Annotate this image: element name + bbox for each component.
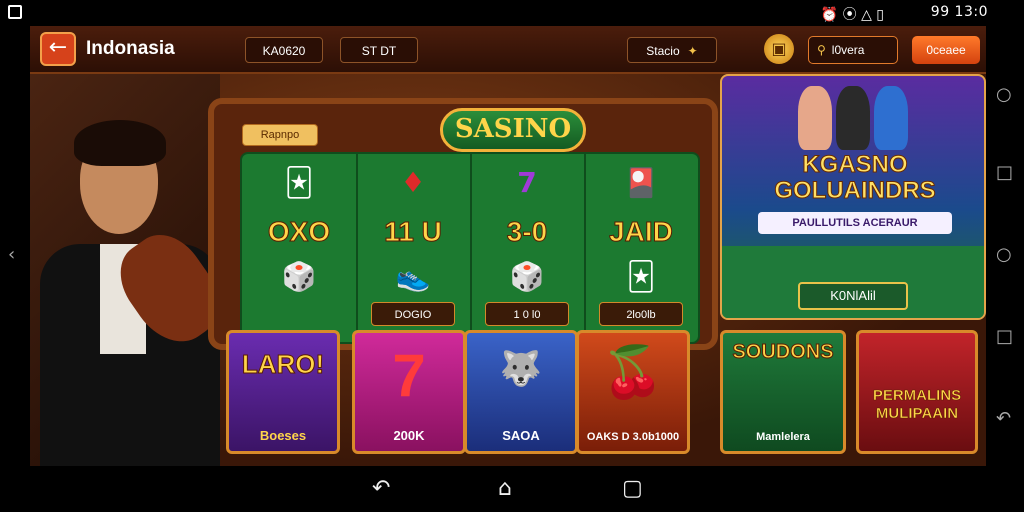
reel-symbol: 👟 bbox=[395, 260, 431, 293]
reel-symbol: 7 bbox=[517, 166, 537, 199]
side-circle-icon[interactable]: ○ bbox=[996, 244, 1012, 265]
search-icon: ⚲ bbox=[817, 43, 826, 57]
card-label: Mamlelera bbox=[756, 431, 810, 443]
search-placeholder: l0vera bbox=[831, 43, 865, 57]
game-card[interactable]: LARO! Boeses bbox=[226, 330, 340, 454]
reel-4: 🎴 JAID 🃏 2lo0lb bbox=[584, 154, 698, 342]
reel-symbol: 🃏 bbox=[284, 166, 314, 199]
stacio-label: Stacio bbox=[646, 44, 680, 58]
llama-character-icon bbox=[798, 86, 832, 150]
card-art: 7 bbox=[392, 342, 426, 409]
back-button[interactable]: ← bbox=[40, 32, 76, 66]
side-square-icon[interactable]: □ bbox=[996, 326, 1013, 347]
hair-shape bbox=[74, 120, 166, 166]
side-circle-icon[interactable]: ○ bbox=[996, 84, 1012, 105]
app-title: Indonasia bbox=[86, 38, 175, 59]
recents-nav-icon[interactable]: ▢ bbox=[622, 476, 643, 501]
promo-title: KGASNO GOLUAINDRS bbox=[774, 151, 936, 204]
reel-symbol: 3-0 bbox=[506, 216, 548, 248]
reel-symbol: 🃏 bbox=[626, 260, 656, 293]
promo-banner[interactable]: KGASNO GOLUAINDRS PAULLUTILS ACERAUR K0N… bbox=[720, 74, 986, 320]
coin-icon[interactable]: ▣ bbox=[764, 34, 794, 64]
search-input[interactable]: ⚲ l0vera bbox=[808, 36, 898, 64]
reel-symbol: 🎲 bbox=[509, 260, 545, 293]
balance-pill[interactable]: KA0620 bbox=[245, 37, 323, 63]
game-card[interactable]: SOUDONS Mamlelera bbox=[720, 330, 846, 454]
app-window: ← Indonasia KA0620 ST DT Stacio ✦ ▣ ⚲ l0ve… bbox=[30, 26, 986, 466]
card-label: Boeses bbox=[259, 428, 307, 443]
promo-subtitle: PAULLUTILS ACERAUR bbox=[758, 212, 952, 234]
side-square-icon[interactable]: □ bbox=[996, 162, 1013, 183]
person-character-icon bbox=[836, 86, 870, 150]
promo-button[interactable]: K0NlAlil bbox=[798, 282, 908, 310]
slot-title: SASINO bbox=[440, 108, 586, 152]
reels: 🃏 OXO 🎲 ♦ 11 U 👟 DOGIO 7 3-0 🎲 1 0 l0 🎴 … bbox=[240, 152, 700, 344]
reel-label: 2lo0lb bbox=[599, 302, 683, 326]
wolf-character-icon bbox=[874, 86, 908, 150]
game-card[interactable]: PERMALINS MULIPAAIN bbox=[856, 330, 978, 454]
back-nav-icon[interactable]: ↶ bbox=[372, 476, 390, 501]
card-label: 200K bbox=[393, 428, 425, 443]
reel-symbol: JAID bbox=[609, 216, 674, 248]
arrow-left-icon: ← bbox=[48, 35, 68, 60]
stacio-pill[interactable]: Stacio ✦ bbox=[627, 37, 717, 63]
game-card[interactable]: 🐺 SAOA bbox=[464, 330, 578, 454]
card-art: 🐺 bbox=[499, 350, 543, 388]
slot-machine[interactable]: SASINO Rapnpo 🃏 OXO 🎲 ♦ 11 U 👟 DOGIO 7 3… bbox=[208, 98, 718, 350]
side-back-icon[interactable]: ↶ bbox=[996, 408, 1011, 429]
side-back-arrow-icon[interactable]: ‹ bbox=[8, 244, 15, 265]
card-label: SAOA bbox=[502, 428, 540, 443]
game-card[interactable]: 🍒 OAKS D 3.0b1000 bbox=[576, 330, 690, 454]
reel-label: 1 0 l0 bbox=[485, 302, 569, 326]
reel-3: 7 3-0 🎲 1 0 l0 bbox=[470, 154, 586, 342]
status-bar: ⏰ ⦿ △ ▯ 99 13:0 bbox=[0, 0, 1024, 26]
card-art: SOUDONS bbox=[732, 341, 834, 364]
top-bar: ← Indonasia KA0620 ST DT Stacio ✦ ▣ ⚲ l0ve… bbox=[30, 26, 986, 74]
card-art: 🍒 bbox=[601, 344, 665, 400]
reel-2: ♦ 11 U 👟 DOGIO bbox=[356, 154, 472, 342]
card-art: PERMALINS MULIPAAIN bbox=[872, 387, 962, 423]
game-card[interactable]: 7 200K bbox=[352, 330, 466, 454]
reel-label: DOGIO bbox=[371, 302, 455, 326]
reel-symbol: ♦ bbox=[400, 166, 426, 199]
home-nav-icon[interactable]: ⌂ bbox=[498, 476, 512, 501]
notification-icon bbox=[8, 5, 22, 19]
card-art: LARO! bbox=[241, 349, 325, 380]
status-clock: 99 13:0 bbox=[930, 4, 988, 20]
reel-symbol: 🎲 bbox=[281, 260, 317, 293]
reel-1: 🃏 OXO 🎲 bbox=[242, 154, 358, 342]
reel-symbol: 11 U bbox=[384, 216, 443, 248]
system-nav-bar: ↶ ⌂ ▢ bbox=[0, 466, 1024, 512]
status-pill[interactable]: ST DT bbox=[340, 37, 418, 63]
game-cards: LARO! Boeses 7 200K 🐺 SAOA 🍒 OAKS D 3.0b… bbox=[30, 330, 986, 454]
reel-symbol: OXO bbox=[267, 216, 331, 248]
login-button[interactable]: 0ceaee bbox=[912, 36, 980, 64]
slot-tag: Rapnpo bbox=[242, 124, 318, 146]
main-content: SASINO Rapnpo 🃏 OXO 🎲 ♦ 11 U 👟 DOGIO 7 3… bbox=[30, 74, 986, 466]
status-icons: ⏰ ⦿ △ ▯ bbox=[820, 7, 884, 23]
card-label: OAKS D 3.0b1000 bbox=[586, 431, 680, 443]
reel-symbol: 🎴 bbox=[623, 166, 659, 199]
star-icon: ✦ bbox=[687, 44, 698, 58]
